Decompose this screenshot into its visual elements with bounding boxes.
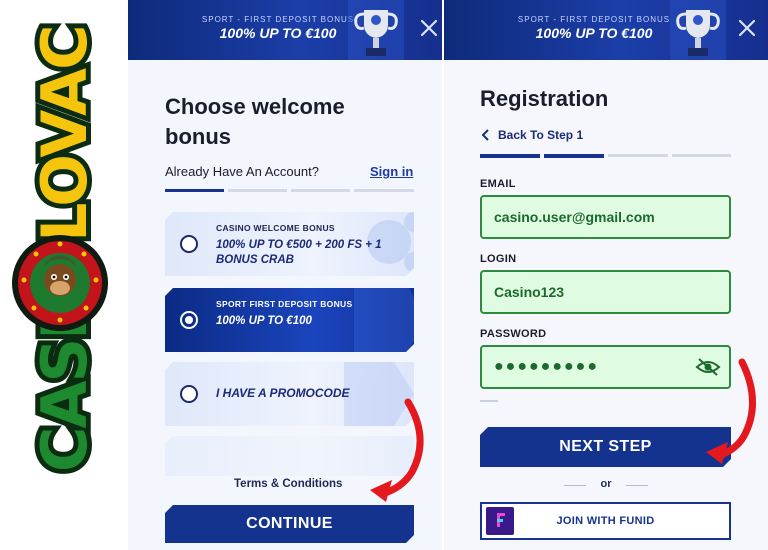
- option-subtitle: SPORT FIRST DEPOSIT BONUS: [216, 299, 353, 309]
- trophy-icon: [670, 0, 726, 60]
- option-subtitle: CASINO WELCOME BONUS: [216, 223, 335, 233]
- step-3-indicator: [608, 154, 668, 157]
- password-value: ●●●●●●●●●: [494, 358, 599, 375]
- monkey-mascot-icon: [12, 235, 108, 331]
- step-progress: [480, 154, 731, 158]
- bonus-option-casino[interactable]: CASINO WELCOME BONUS 100% UP TO €500 + 2…: [165, 212, 414, 276]
- promo-banner: SPORT - FIRST DEPOSIT BONUS 100% UP TO €…: [444, 0, 768, 60]
- promo-banner: SPORT - FIRST DEPOSIT BONUS 100% UP TO €…: [128, 0, 442, 60]
- welcome-bonus-panel: SPORT - FIRST DEPOSIT BONUS 100% UP TO €…: [128, 0, 442, 550]
- login-field[interactable]: Casino123: [480, 270, 731, 314]
- trophy-icon: [348, 0, 404, 60]
- radio-button-selected[interactable]: [180, 311, 198, 329]
- step-4-indicator: [672, 154, 731, 157]
- red-arrow-icon: [706, 358, 756, 464]
- close-icon[interactable]: [736, 17, 758, 39]
- account-prompt: Already Have An Account?: [165, 164, 319, 179]
- login-label: LOGIN: [480, 253, 517, 265]
- brand-logo-column: CASIN LOVAC: [0, 0, 128, 550]
- password-strength-bar: [480, 400, 498, 402]
- terms-link[interactable]: Terms & Conditions: [234, 478, 342, 490]
- back-link-label: Back To Step 1: [498, 128, 584, 142]
- password-label: PASSWORD: [480, 328, 547, 340]
- email-field[interactable]: casino.user@gmail.com: [480, 195, 731, 239]
- page-title: Choose welcome bonus: [165, 94, 345, 149]
- step-2-indicator: [544, 154, 604, 158]
- svg-text:LOVAC: LOVAC: [28, 26, 101, 242]
- password-field[interactable]: ●●●●●●●●●: [480, 345, 731, 389]
- continue-button[interactable]: CONTINUE: [165, 505, 414, 543]
- radio-button[interactable]: [180, 235, 198, 253]
- bonus-option-sport[interactable]: SPORT FIRST DEPOSIT BONUS 100% UP TO €10…: [165, 288, 414, 352]
- registration-panel: SPORT - FIRST DEPOSIT BONUS 100% UP TO €…: [444, 0, 768, 550]
- join-funid-button[interactable]: JOIN WITH FUNID: [480, 502, 731, 540]
- step-progress: [165, 189, 414, 192]
- or-separator: or: [564, 478, 648, 492]
- page-title: Registration: [480, 86, 609, 111]
- step-1-indicator: [480, 154, 540, 158]
- email-label: EMAIL: [480, 178, 516, 190]
- option-title: I HAVE A PROMOCODE: [216, 386, 350, 400]
- back-link[interactable]: Back To Step 1: [482, 128, 583, 142]
- signin-link[interactable]: Sign in: [370, 164, 413, 179]
- option-title: 100% UP TO €500 + 200 FS + 1 BONUS CRAB: [216, 239, 382, 266]
- radio-button[interactable]: [180, 385, 198, 403]
- close-icon[interactable]: [418, 17, 440, 39]
- option-title: 100% UP TO €100: [216, 315, 312, 327]
- step-2-indicator: [228, 189, 287, 192]
- chevron-left-icon: [482, 129, 489, 141]
- step-4-indicator: [354, 189, 414, 192]
- step-3-indicator: [291, 189, 350, 192]
- next-step-button[interactable]: NEXT STEP: [480, 427, 731, 467]
- funid-label: JOIN WITH FUNID: [556, 515, 655, 527]
- step-1-indicator: [165, 189, 224, 192]
- red-arrow-icon: [370, 398, 424, 502]
- brand-logo: CASIN LOVAC: [12, 21, 108, 477]
